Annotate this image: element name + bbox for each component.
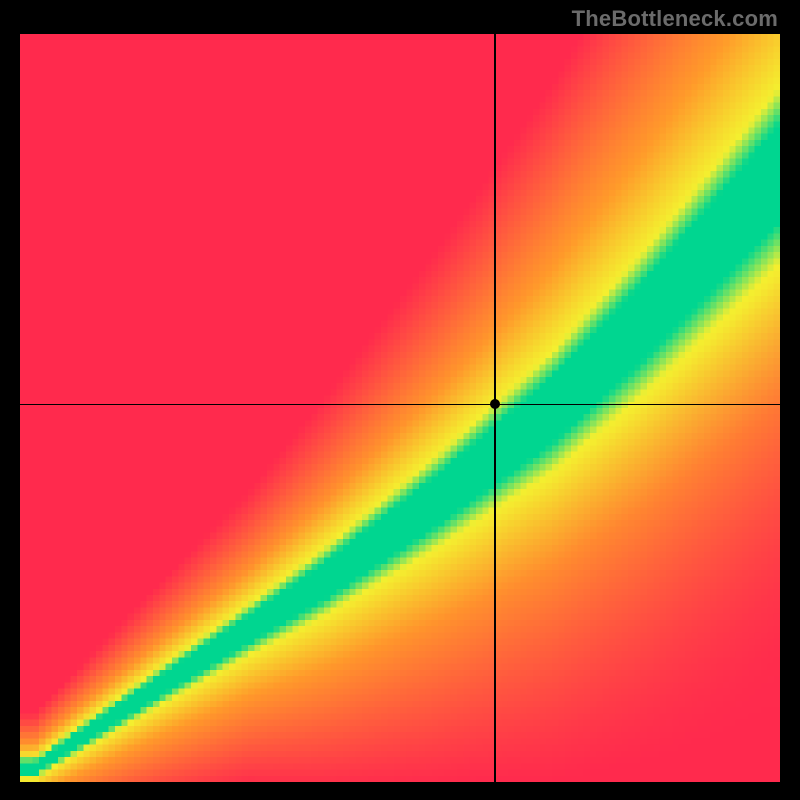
crosshair-horizontal [20, 404, 780, 406]
plot-area [20, 34, 780, 782]
chart-frame: TheBottleneck.com [0, 0, 800, 800]
bottleneck-heatmap [20, 34, 780, 782]
attribution-text: TheBottleneck.com [572, 6, 778, 32]
